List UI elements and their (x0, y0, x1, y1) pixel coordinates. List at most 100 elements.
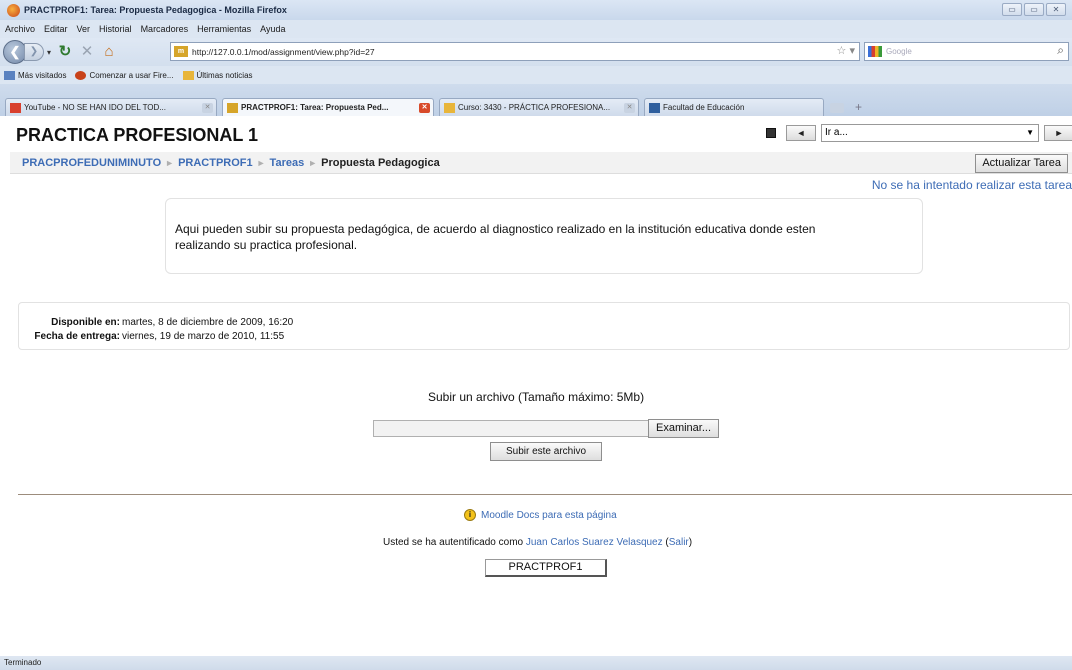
due-value: viernes, 19 de marzo de 2010, 11:55 (122, 330, 285, 342)
course-home-button[interactable]: PRACTPROF1 (485, 559, 607, 577)
chevron-down-icon: ▼ (1026, 128, 1034, 137)
search-placeholder: Google (886, 47, 912, 56)
breadcrumb-site[interactable]: PRACPROFEDUNIMINUTO (22, 157, 161, 169)
tab-bar: YouTube - NO SE HAN IDO DEL TOD... ✕ PRA… (0, 84, 1072, 116)
bookmark-label: Comenzar a usar Fire... (89, 70, 174, 80)
assignment-description: Aqui pueden subir su propuesta pedagógic… (165, 198, 923, 274)
bookmark-comenzar[interactable]: Comenzar a usar Fire... (75, 70, 174, 80)
bookmark-mas-visitados[interactable]: Más visitados (4, 70, 67, 80)
jump-select-value: Ir a... (825, 127, 848, 138)
menu-herramientas[interactable]: Herramientas (197, 24, 251, 34)
menu-ayuda[interactable]: Ayuda (260, 24, 285, 34)
forward-arrow-icon: ❯ (29, 46, 39, 57)
page-content: PRACTICA PROFESIONAL 1 ◄ Ir a... ▼ ► PRA… (0, 116, 1072, 656)
available-date-row: Disponible en: martes, 8 de diciembre de… (19, 315, 1069, 329)
save-icon[interactable] (766, 128, 776, 138)
attempt-status-link[interactable]: No se ha intentado realizar esta tarea (872, 178, 1072, 192)
breadcrumb-separator-icon: ► (308, 157, 318, 168)
home-icon[interactable]: ⌂ (98, 41, 120, 63)
google-icon (868, 46, 882, 57)
moodle-tab-icon (444, 102, 455, 113)
most-visited-icon (4, 70, 15, 80)
reload-icon[interactable]: ↻ (54, 41, 76, 63)
next-activity-button[interactable]: ► (1044, 125, 1072, 141)
breadcrumb-separator-icon: ► (256, 157, 266, 168)
menu-marcadores[interactable]: Marcadores (141, 24, 189, 34)
search-box[interactable]: Google ⌕ (864, 42, 1069, 61)
back-arrow-icon: ❮ (9, 44, 21, 59)
tab-close-icon[interactable]: ✕ (419, 103, 430, 113)
update-assignment-button[interactable]: Actualizar Tarea (975, 154, 1068, 173)
user-profile-link[interactable]: Juan Carlos Suarez Velasquez (526, 537, 663, 548)
stop-icon[interactable]: ✕ (76, 41, 98, 63)
course-title: PRACTICA PROFESIONAL 1 (16, 125, 259, 145)
tab-close-icon[interactable]: ✕ (202, 103, 213, 113)
bookmark-label: Más visitados (18, 70, 67, 80)
tab-facultad[interactable]: Facultad de Educación (644, 98, 824, 116)
description-line-2: realizando su practica profesional. (175, 238, 358, 252)
moodle-tab-icon (227, 102, 238, 113)
file-path-input[interactable] (373, 420, 649, 437)
window-controls: ▭ ▭ ✕ (1002, 3, 1066, 16)
tab-label: YouTube - NO SE HAN IDO DEL TOD... (24, 103, 166, 112)
browse-button[interactable]: Examinar... (648, 419, 719, 438)
jump-navigation: ◄ Ir a... ▼ ► (766, 124, 1072, 142)
login-info: Usted se ha autentificado como Juan Carl… (383, 537, 692, 548)
tab-label: Curso: 3430 - PRÁCTICA PROFESIONA... (458, 103, 611, 112)
available-label: Disponible en: (51, 316, 120, 328)
firefox-bookmark-icon (75, 70, 87, 80)
menu-archivo[interactable]: Archivo (5, 24, 35, 34)
tab-youtube[interactable]: YouTube - NO SE HAN IDO DEL TOD... ✕ (5, 98, 217, 116)
minimize-button[interactable]: ▭ (1002, 3, 1022, 16)
tab-label: Facultad de Educación (663, 103, 745, 112)
breadcrumb-separator-icon: ► (165, 157, 175, 168)
previous-activity-button[interactable]: ◄ (786, 125, 816, 141)
window-titlebar: PRACTPROF1: Tarea: Propuesta Pedagogica … (0, 0, 1072, 20)
footer-divider (18, 494, 1072, 495)
status-bar: Terminado (0, 656, 1072, 670)
maximize-button[interactable]: ▭ (1024, 3, 1044, 16)
description-line-1: Aqui pueden subir su propuesta pedagógic… (175, 222, 816, 236)
bookmark-ultimas-noticias[interactable]: Últimas noticias (182, 70, 253, 80)
due-date-row: Fecha de entrega: viernes, 19 de marzo d… (19, 329, 1069, 343)
dates-box: Disponible en: martes, 8 de diciembre de… (18, 302, 1070, 350)
forward-button[interactable]: ❯ (24, 43, 44, 61)
tab-list-icon[interactable] (830, 103, 844, 113)
window-title: PRACTPROF1: Tarea: Propuesta Pedagogica … (24, 5, 287, 15)
login-close-paren: ) (688, 537, 693, 548)
tab-label: PRACTPROF1: Tarea: Propuesta Ped... (241, 103, 389, 112)
navigation-toolbar: ❮ ❯ ▾ ↻ ✕ ⌂ m http://127.0.0.1/mod/assig… (0, 38, 1072, 66)
breadcrumb-tareas[interactable]: Tareas (270, 157, 305, 169)
menu-historial[interactable]: Historial (99, 24, 132, 34)
menu-editar[interactable]: Editar (44, 24, 68, 34)
docs-link-row: i Moodle Docs para esta página (464, 509, 617, 521)
available-value: martes, 8 de diciembre de 2009, 16:20 (122, 316, 294, 328)
bookmarks-bar: Más visitados Comenzar a usar Fire... Úl… (0, 66, 1072, 84)
bookmark-label: Últimas noticias (196, 70, 253, 80)
tab-close-icon[interactable]: ✕ (624, 103, 635, 113)
history-dropdown-icon[interactable]: ▾ (44, 48, 54, 57)
tab-curso-3430[interactable]: Curso: 3430 - PRÁCTICA PROFESIONA... ✕ (439, 98, 639, 116)
url-bar[interactable]: m http://127.0.0.1/mod/assignment/view.p… (170, 42, 860, 61)
breadcrumb-course[interactable]: PRACTPROF1 (178, 157, 253, 169)
facultad-tab-icon (649, 102, 660, 113)
bookmark-star-icon[interactable]: ☆ ▾ (837, 44, 855, 57)
search-icon[interactable]: ⌕ (1057, 43, 1064, 58)
moodle-docs-link[interactable]: Moodle Docs para esta página (481, 510, 617, 521)
upload-file-button[interactable]: Subir este archivo (490, 442, 602, 461)
info-icon: i (464, 509, 476, 521)
logout-link[interactable]: Salir (669, 537, 689, 548)
menu-bar: Archivo Editar Ver Historial Marcadores … (0, 20, 1072, 38)
tab-practprof1[interactable]: PRACTPROF1: Tarea: Propuesta Ped... ✕ (222, 98, 434, 116)
upload-title: Subir un archivo (Tamaño máximo: 5Mb) (428, 390, 645, 404)
jump-to-select[interactable]: Ir a... ▼ (821, 124, 1039, 142)
moodle-favicon-icon: m (174, 46, 188, 57)
login-prefix: Usted se ha autentificado como (383, 537, 526, 548)
close-window-button[interactable]: ✕ (1046, 3, 1066, 16)
rss-folder-icon (182, 70, 194, 80)
breadcrumb: PRACPROFEDUNIMINUTO ► PRACTPROF1 ► Tarea… (10, 152, 1072, 174)
new-tab-icon[interactable]: + (855, 100, 862, 114)
youtube-icon (10, 102, 21, 113)
due-label: Fecha de entrega: (34, 330, 120, 342)
menu-ver[interactable]: Ver (77, 24, 91, 34)
